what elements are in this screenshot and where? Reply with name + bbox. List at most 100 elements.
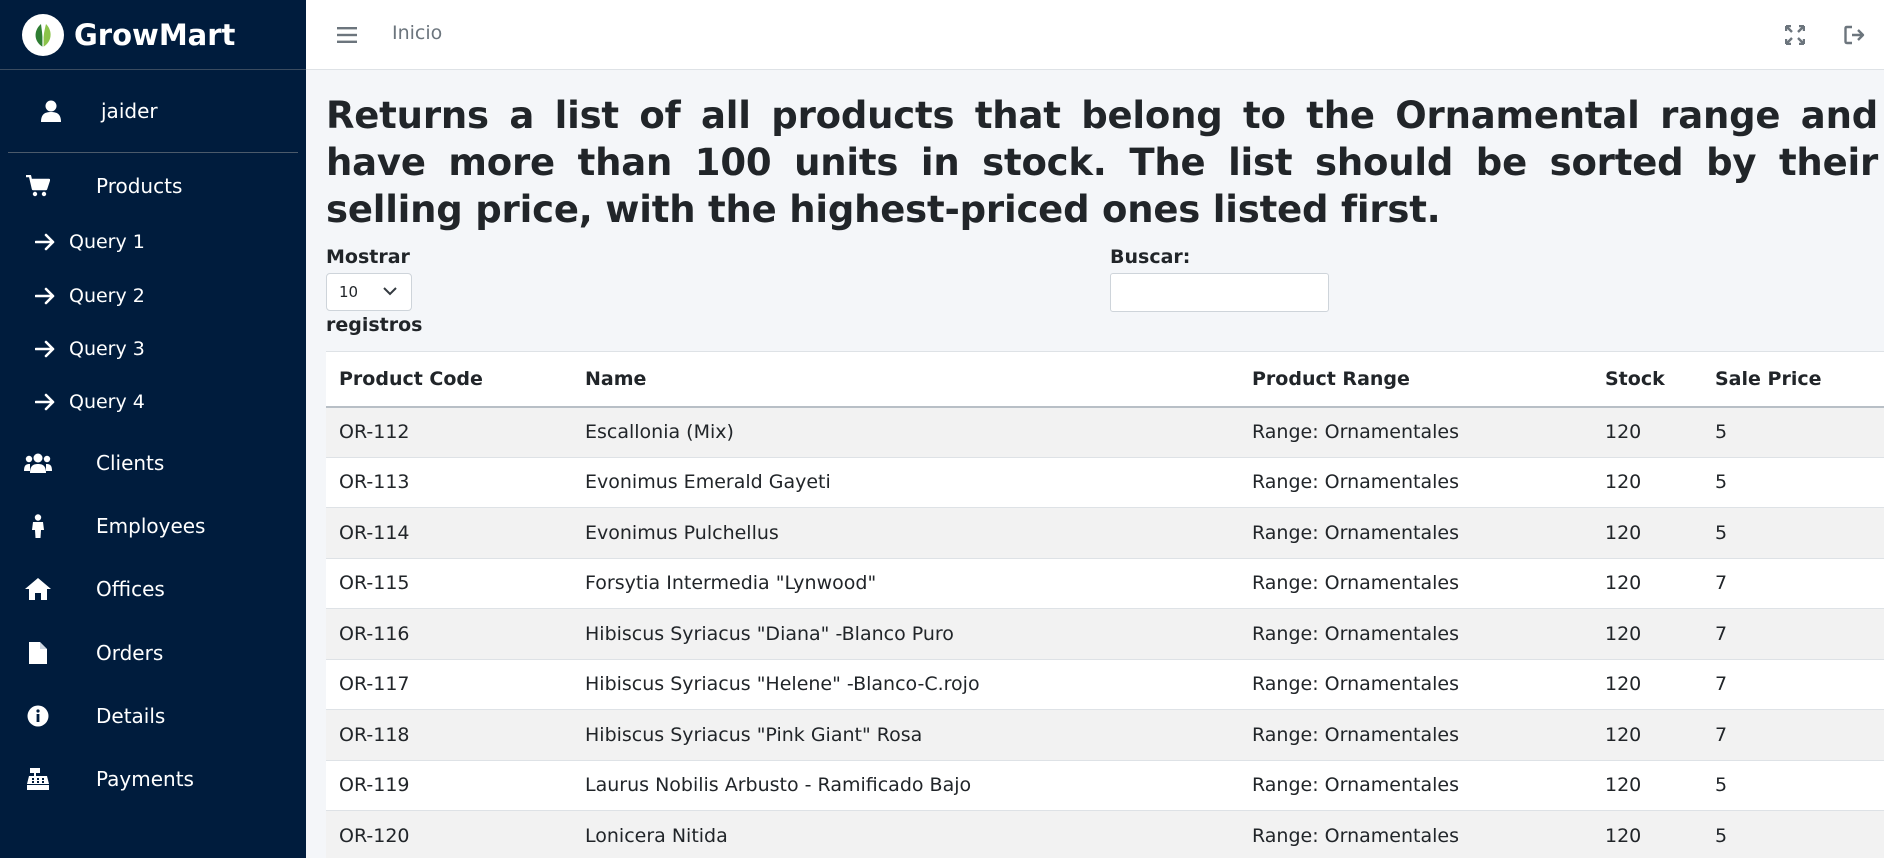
length-label: Mostrar	[326, 246, 410, 268]
sidebar-item-label: Clients	[96, 451, 165, 475]
cash-register-icon	[24, 765, 52, 793]
users-icon	[24, 449, 52, 477]
cell-name: Hibiscus Syriacus "Diana" -Blanco Puro	[585, 622, 954, 645]
table-row: OR-112 Escallonia (Mix) Range: Ornamenta…	[326, 406, 1884, 457]
table-row: OR-116 Hibiscus Syriacus "Diana" -Blanco…	[326, 608, 1884, 659]
hamburger-menu-icon[interactable]	[334, 22, 360, 48]
sidebar-subitem-label: Query 2	[69, 285, 145, 307]
cell-name: Laurus Nobilis Arbusto - Ramificado Bajo	[585, 774, 972, 797]
top-navbar: Inicio	[306, 0, 1884, 70]
arrow-right-icon	[33, 230, 57, 254]
cell-product-code: OR-117	[339, 673, 410, 696]
page-length-value: 10	[339, 283, 359, 301]
column-header-product-code[interactable]: Product Code	[326, 352, 572, 407]
table-row: OR-120 Lonicera Nitida Range: Ornamental…	[326, 810, 1884, 858]
cell-sale-price: 5	[1715, 774, 1728, 797]
cell-product-range: Range: Ornamentales	[1252, 521, 1459, 544]
user-panel[interactable]: jaider	[8, 70, 298, 153]
leaf-logo-icon	[22, 13, 64, 56]
cell-product-range: Range: Ornamentales	[1252, 673, 1459, 696]
cell-stock: 120	[1605, 774, 1642, 797]
table-row: OR-119 Laurus Nobilis Arbusto - Ramifica…	[326, 760, 1884, 811]
sidebar-subitem-label: Query 3	[69, 338, 145, 360]
chevron-down-icon	[383, 284, 397, 302]
cart-icon	[24, 172, 52, 200]
cell-sale-price: 5	[1715, 421, 1728, 443]
fullscreen-icon[interactable]	[1782, 22, 1808, 48]
cell-sale-price: 7	[1715, 572, 1728, 595]
arrow-right-icon	[33, 390, 57, 414]
sidebar-item-employees[interactable]: Employees	[0, 500, 306, 552]
cell-stock: 120	[1605, 723, 1642, 746]
cell-sale-price: 5	[1715, 824, 1728, 847]
column-header-name[interactable]: Name	[572, 352, 1239, 407]
cell-stock: 120	[1605, 471, 1642, 494]
table-row: OR-117 Hibiscus Syriacus "Helene" -Blanc…	[326, 659, 1884, 710]
cell-stock: 120	[1605, 824, 1642, 847]
column-header-stock[interactable]: Stock	[1592, 352, 1702, 407]
cell-product-code: OR-113	[339, 471, 410, 494]
cell-product-code: OR-118	[339, 723, 410, 746]
cell-product-code: OR-114	[339, 521, 410, 544]
sidebar-subitem-label: Query 1	[69, 231, 145, 253]
cell-product-code: OR-120	[339, 824, 410, 847]
main-content: Returns a list of all products that belo…	[306, 70, 1884, 858]
column-header-product-range[interactable]: Product Range	[1239, 352, 1592, 407]
table-row: OR-118 Hibiscus Syriacus "Pink Giant" Ro…	[326, 709, 1884, 760]
column-header-sale-price[interactable]: Sale Price	[1702, 352, 1884, 407]
cell-sale-price: 7	[1715, 723, 1728, 746]
search-input[interactable]	[1110, 273, 1329, 312]
cell-product-code: OR-119	[339, 774, 410, 797]
sidebar-subitem-query-3[interactable]: Query 3	[0, 325, 306, 373]
table-row: OR-115 Forsytia Intermedia "Lynwood" Ran…	[326, 558, 1884, 609]
cell-sale-price: 5	[1715, 521, 1728, 544]
cell-product-code: OR-112	[339, 421, 410, 443]
table-row: OR-114 Evonimus Pulchellus Range: Orname…	[326, 507, 1884, 558]
length-suffix: registros	[326, 314, 423, 336]
sidebar-item-clients[interactable]: Clients	[0, 437, 306, 489]
search-label: Buscar:	[1110, 246, 1191, 268]
sidebar-item-payments[interactable]: Payments	[0, 753, 306, 805]
cell-product-range: Range: Ornamentales	[1252, 824, 1459, 847]
sidebar-subitem-query-2[interactable]: Query 2	[0, 272, 306, 320]
logout-icon[interactable]	[1842, 22, 1868, 48]
brand-link[interactable]: GrowMart	[0, 0, 306, 70]
cell-sale-price: 5	[1715, 471, 1728, 494]
home-link[interactable]: Inicio	[392, 22, 442, 44]
sidebar-item-products[interactable]: Products	[0, 160, 306, 212]
brand-name: GrowMart	[74, 17, 236, 52]
sidebar-item-label: Orders	[96, 641, 164, 665]
cell-name: Forsytia Intermedia "Lynwood"	[585, 572, 877, 595]
sidebar-item-label: Products	[96, 174, 183, 198]
cell-product-range: Range: Ornamentales	[1252, 421, 1459, 443]
cell-name: Evonimus Emerald Gayeti	[585, 471, 831, 494]
sidebar-item-offices[interactable]: Offices	[0, 563, 306, 615]
cell-name: Evonimus Pulchellus	[585, 521, 779, 544]
cell-name: Lonicera Nitida	[585, 824, 728, 847]
table-header-row: Product Code Name Product Range Stock Sa…	[326, 351, 1884, 407]
page-title: Returns a list of all products that belo…	[326, 94, 1878, 231]
home-icon	[24, 575, 52, 603]
table-row: OR-113 Evonimus Emerald Gayeti Range: Or…	[326, 457, 1884, 508]
page-length-select[interactable]: 10	[326, 273, 412, 311]
cell-stock: 120	[1605, 421, 1642, 443]
sidebar-item-label: Payments	[96, 767, 194, 791]
cell-sale-price: 7	[1715, 622, 1728, 645]
sidebar-item-label: Offices	[96, 577, 165, 601]
sidebar-subitem-query-4[interactable]: Query 4	[0, 378, 306, 426]
arrow-right-icon	[33, 337, 57, 361]
cell-product-range: Range: Ornamentales	[1252, 774, 1459, 797]
sidebar-item-label: Employees	[96, 514, 206, 538]
sidebar-item-orders[interactable]: Orders	[0, 627, 306, 679]
sidebar-subitem-query-1[interactable]: Query 1	[0, 218, 306, 266]
cell-sale-price: 7	[1715, 673, 1728, 696]
cell-product-range: Range: Ornamentales	[1252, 572, 1459, 595]
cell-product-code: OR-116	[339, 622, 410, 645]
cell-stock: 120	[1605, 572, 1642, 595]
cell-name: Hibiscus Syriacus "Pink Giant" Rosa	[585, 723, 923, 746]
cell-name: Escallonia (Mix)	[585, 421, 734, 443]
cell-stock: 120	[1605, 521, 1642, 544]
cell-product-code: OR-115	[339, 572, 410, 595]
sidebar-item-details[interactable]: Details	[0, 690, 306, 742]
sidebar-item-label: Details	[96, 704, 166, 728]
